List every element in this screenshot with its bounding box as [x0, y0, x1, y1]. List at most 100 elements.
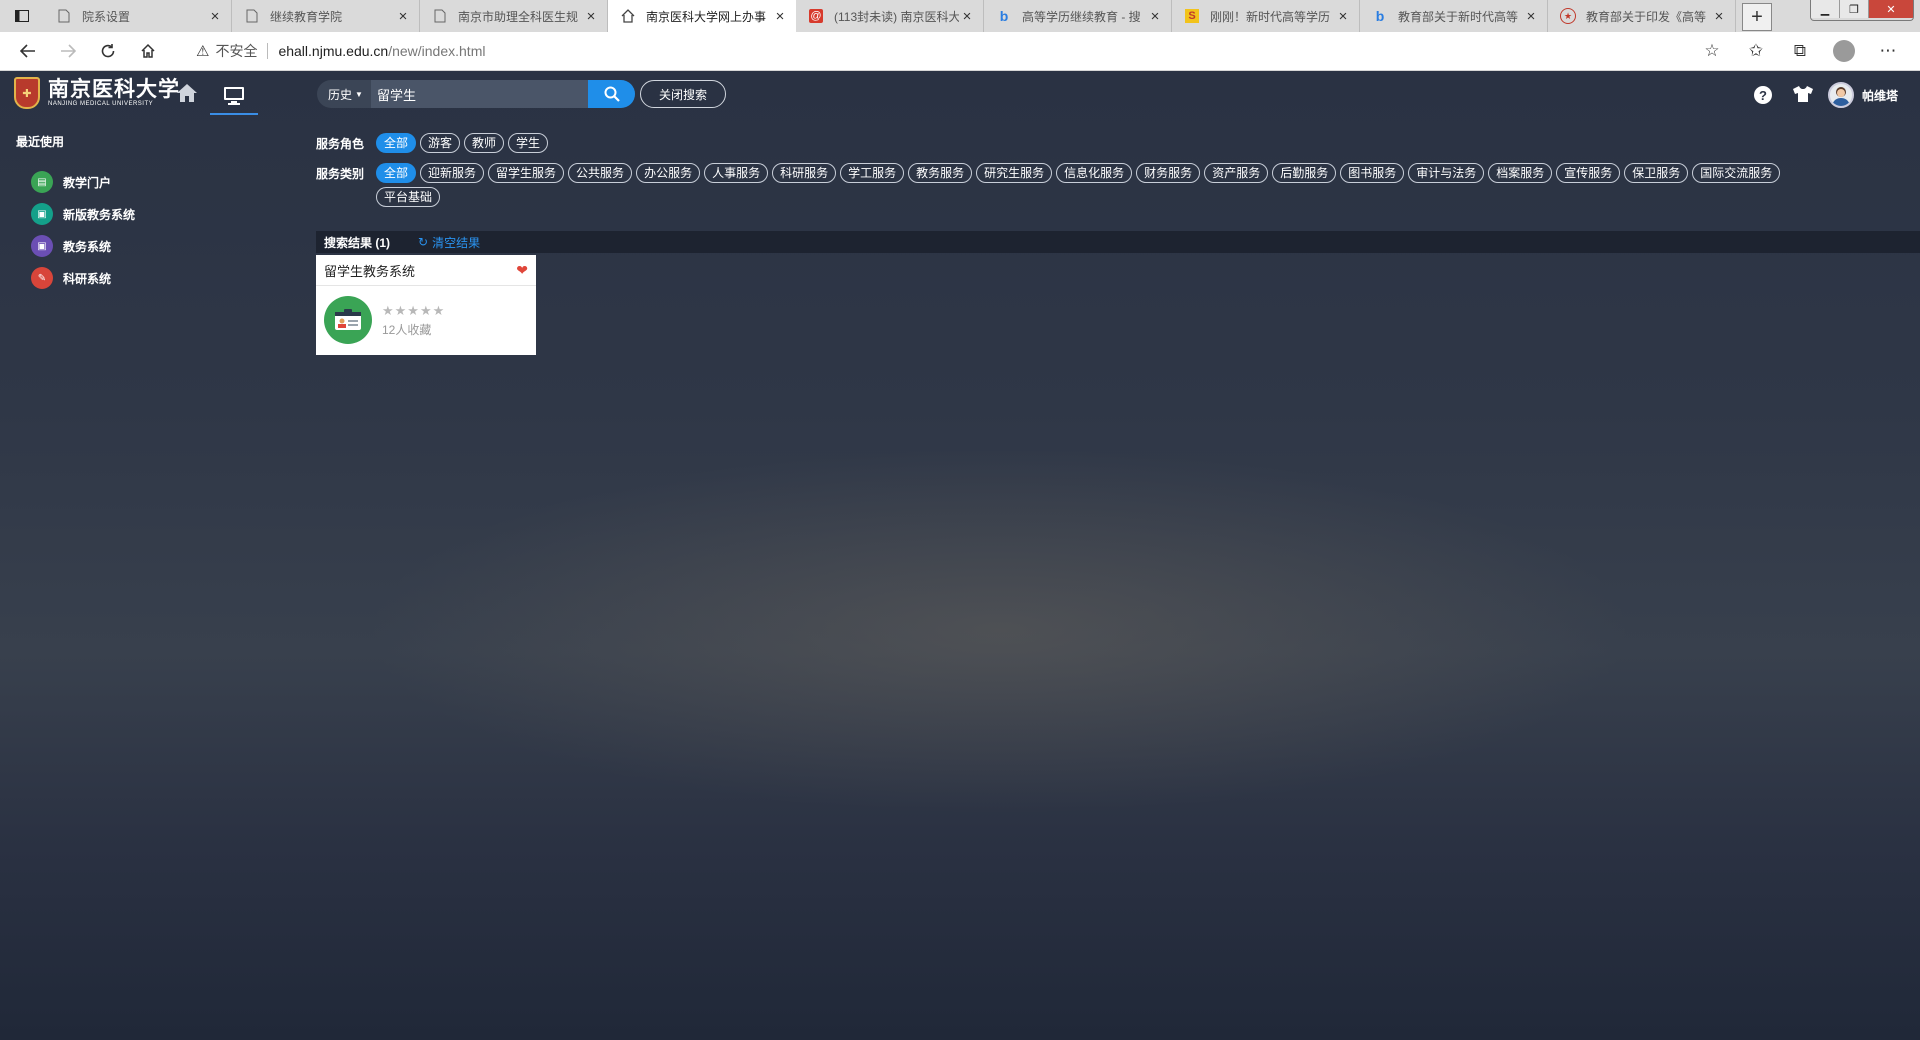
- id-card-icon: [324, 296, 372, 344]
- new-tab-button[interactable]: +: [1742, 3, 1772, 31]
- close-tab-icon[interactable]: ×: [207, 8, 223, 25]
- filter-chip[interactable]: 全部: [376, 133, 417, 153]
- sidebar-item-label: 科研系统: [63, 271, 112, 286]
- filter-chip[interactable]: 迎新服务: [420, 163, 485, 183]
- browser-tab[interactable]: S 刚刚！新时代高等学历 ×: [1172, 0, 1360, 32]
- category-filter-row: 服务类别 全部 迎新服务 留学生服务 公共服务 办公服务 人事服务 科研服务 学工服务 教务服务…: [316, 163, 1816, 211]
- address-bar: ⚠ 不安全 ehall.njmu.edu.cn/new/index.html ☆…: [0, 32, 1920, 71]
- back-button[interactable]: [8, 32, 48, 70]
- close-search-button[interactable]: 关闭搜索: [640, 80, 727, 108]
- username[interactable]: 帕维塔: [1862, 87, 1898, 104]
- result-card[interactable]: 留学生教务系统 ❤ ★★★★★ 12人收藏: [316, 255, 536, 355]
- filter-chip[interactable]: 教师: [464, 133, 505, 153]
- result-card-title: 留学生教务系统: [324, 263, 416, 279]
- history-dropdown[interactable]: 历史 ▼: [317, 86, 371, 103]
- filter-chip[interactable]: 审计与法务: [1408, 163, 1485, 183]
- logo-subtitle: NANJING MEDICAL UNIVERSITY: [48, 101, 154, 107]
- filter-chip[interactable]: 财务服务: [1136, 163, 1201, 183]
- results-title: 搜索结果 (1): [324, 235, 391, 250]
- search-button[interactable]: [588, 80, 635, 108]
- home-icon[interactable]: [176, 83, 198, 109]
- url-field[interactable]: ⚠ 不安全 ehall.njmu.edu.cn/new/index.html: [196, 32, 485, 70]
- tab-actions-icon[interactable]: [0, 0, 44, 32]
- browser-tab[interactable]: 南京医科大学网上办事 ×: [608, 0, 796, 32]
- browser-tab[interactable]: 院系设置 ×: [44, 0, 232, 32]
- filter-chip[interactable]: 公共服务: [568, 163, 633, 183]
- more-options-icon[interactable]: ⋯: [1866, 41, 1910, 61]
- filter-chip[interactable]: 教务服务: [908, 163, 973, 183]
- filter-chip[interactable]: 资产服务: [1204, 163, 1269, 183]
- window-controls: ▁ ❐ ✕: [1810, 0, 1914, 21]
- page-icon: [432, 8, 448, 24]
- filter-chip[interactable]: 学生: [508, 133, 549, 153]
- browser-tab[interactable]: 继续教育学院 ×: [232, 0, 420, 32]
- sidebar-item[interactable]: ▣ 教务系统: [0, 230, 300, 262]
- reload-button[interactable]: [88, 32, 128, 70]
- filter-chip[interactable]: 平台基础: [376, 187, 441, 207]
- filter-chip[interactable]: 信息化服务: [1056, 163, 1133, 183]
- tab-title: 院系设置: [82, 9, 131, 24]
- restore-button[interactable]: ❐: [1839, 0, 1868, 18]
- browser-tab[interactable]: b 教育部关于新时代高等 ×: [1360, 0, 1548, 32]
- close-tab-icon[interactable]: ×: [1147, 8, 1163, 25]
- close-tab-icon[interactable]: ×: [1711, 8, 1727, 25]
- avatar[interactable]: [1827, 82, 1854, 108]
- page-icon: [56, 8, 72, 24]
- profile-icon[interactable]: [1822, 40, 1866, 62]
- desktop-icon[interactable]: [210, 79, 258, 115]
- add-favorite-icon[interactable]: ☆: [1690, 41, 1734, 61]
- filter-chip[interactable]: 全部: [376, 163, 417, 183]
- role-filter-label: 服务角色: [316, 137, 365, 151]
- home-icon: [620, 8, 636, 24]
- browser-tab[interactable]: @ (113封未读) 南京医科大 ×: [796, 0, 984, 32]
- reload-icon: [101, 44, 115, 58]
- close-tab-icon[interactable]: ×: [1523, 8, 1539, 25]
- sidebar-item[interactable]: ✎ 科研系统: [0, 262, 300, 294]
- browser-tab[interactable]: b 高等学历继续教育 - 搜 ×: [984, 0, 1172, 32]
- filter-chip[interactable]: 科研服务: [772, 163, 837, 183]
- university-logo[interactable]: ✚ 南京医科大学 NANJING MEDICAL UNIVERSITY: [14, 77, 180, 109]
- filter-chip[interactable]: 国际交流服务: [1692, 163, 1781, 183]
- minimize-button[interactable]: ▁: [1811, 0, 1839, 18]
- filter-chip[interactable]: 办公服务: [636, 163, 701, 183]
- service-filters: 服务角色 全部 游客 教师 学生 服务类别 全部 迎新服务 留学生服务 公共服务 办公服务 人事…: [316, 133, 1816, 217]
- filter-chip[interactable]: 后勤服务: [1272, 163, 1337, 183]
- forward-button[interactable]: [48, 32, 88, 70]
- close-tab-icon[interactable]: ×: [959, 8, 975, 25]
- filter-chip[interactable]: 留学生服务: [488, 163, 565, 183]
- browser-tab[interactable]: ★ 教育部关于印发《高等 ×: [1548, 0, 1736, 32]
- history-label: 历史: [328, 87, 353, 102]
- tab-title: 教育部关于新时代高等: [1398, 9, 1519, 24]
- close-tab-icon[interactable]: ×: [583, 8, 599, 25]
- filter-chip[interactable]: 档案服务: [1488, 163, 1553, 183]
- home-button[interactable]: [128, 32, 168, 70]
- app-icon: ▤: [31, 171, 53, 193]
- sohu-icon: S: [1184, 8, 1200, 24]
- favorites-icon[interactable]: ✩: [1734, 41, 1778, 61]
- filter-chip[interactable]: 学工服务: [840, 163, 905, 183]
- filter-chip[interactable]: 人事服务: [704, 163, 769, 183]
- search-box: 历史 ▼: [317, 80, 635, 108]
- close-tab-icon[interactable]: ×: [395, 8, 411, 25]
- caret-down-icon: ▼: [355, 89, 363, 99]
- filter-chip[interactable]: 宣传服务: [1556, 163, 1621, 183]
- back-arrow-icon: [20, 44, 35, 58]
- bing-icon: b: [999, 8, 1009, 24]
- collections-icon[interactable]: ⧉: [1778, 41, 1822, 61]
- browser-tab[interactable]: 南京市助理全科医生规 ×: [420, 0, 608, 32]
- close-window-button[interactable]: ✕: [1868, 0, 1913, 18]
- tab-title: 教育部关于印发《高等: [1586, 9, 1707, 24]
- sidebar-item[interactable]: ▣ 新版教务系统: [0, 198, 300, 230]
- heart-icon[interactable]: ❤: [516, 262, 528, 279]
- close-tab-icon[interactable]: ×: [772, 8, 788, 25]
- sidebar-item[interactable]: ▤ 教学门户: [0, 166, 300, 198]
- filter-chip[interactable]: 图书服务: [1340, 163, 1405, 183]
- clear-results-button[interactable]: ↻ 清空结果: [418, 234, 480, 251]
- search-input[interactable]: [370, 80, 588, 108]
- filter-chip[interactable]: 游客: [420, 133, 461, 153]
- help-icon[interactable]: ?: [1753, 86, 1772, 104]
- theme-skin-icon[interactable]: [1792, 85, 1814, 106]
- filter-chip[interactable]: 保卫服务: [1624, 163, 1689, 183]
- close-tab-icon[interactable]: ×: [1335, 8, 1351, 25]
- filter-chip[interactable]: 研究生服务: [976, 163, 1053, 183]
